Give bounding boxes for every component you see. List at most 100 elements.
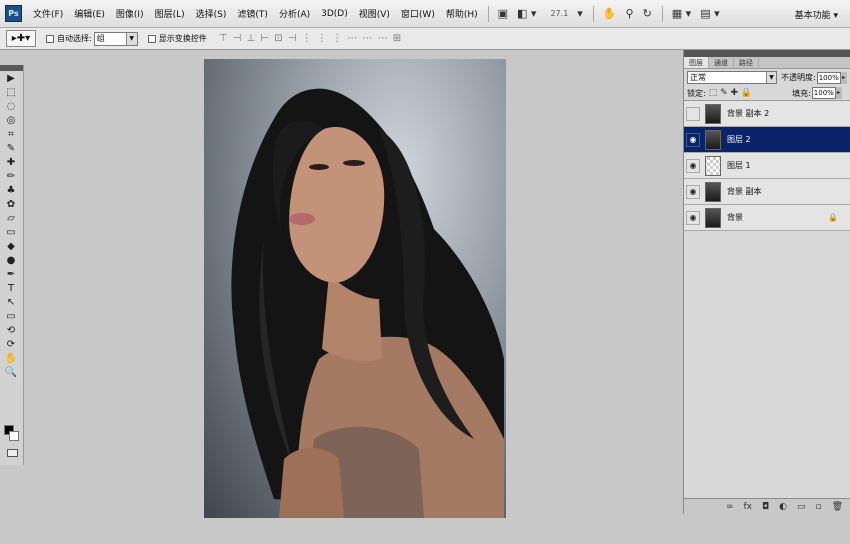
- fill-slider-button[interactable]: ▸: [835, 87, 842, 99]
- marquee-icon[interactable]: ⬚: [0, 85, 22, 99]
- bridge-icon[interactable]: ▣: [498, 7, 508, 20]
- move-icon[interactable]: ▶: [0, 71, 22, 85]
- arrange-documents-icon[interactable]: ▦ ▾: [672, 7, 691, 20]
- layer-row[interactable]: ◉ 图层 1: [684, 153, 850, 179]
- layer-name: 图层 1: [727, 161, 751, 170]
- menu-select[interactable]: 选择(S): [196, 7, 227, 20]
- lock-label: 锁定:: [687, 88, 706, 98]
- lock-options-icons[interactable]: ⬚ ✎ ✚ 🔒: [709, 88, 752, 98]
- layer-list: 背景 副本 2 ◉ 图层 2 ◉ 图层 1 ◉ 背景 副本 ◉ 背景 🔒: [684, 101, 850, 231]
- rotate-view-icon[interactable]: ↻: [643, 7, 652, 20]
- trash-icon[interactable]: 🗑: [832, 502, 843, 512]
- menu-view[interactable]: 视图(V): [359, 7, 390, 20]
- zoom-dropdown-icon[interactable]: ▾: [577, 7, 583, 20]
- gradient-icon[interactable]: ▭: [0, 225, 22, 239]
- blend-opacity-row: 正常 ▼ 不透明度: 100% ▸: [684, 69, 850, 86]
- photoshop-logo-icon: Ps: [5, 5, 22, 22]
- adjustment-icon[interactable]: ◐: [779, 502, 787, 512]
- layer-row[interactable]: 背景 副本 2: [684, 101, 850, 127]
- screen-layout-icon[interactable]: ▤ ▾: [700, 7, 719, 20]
- tool-list: ▶ ⬚ ◌ ◎ ⌗ ✎ ✚ ✏ ♣ ✿ ▱ ▭ ◆ ● ✒ T ↖ ▭ ⟲ ⟳ ✋ 🔍: [0, 71, 23, 379]
- layer-thumbnail: [705, 155, 721, 176]
- crop-icon[interactable]: ⌗: [0, 127, 22, 141]
- history-brush-icon[interactable]: ✿: [0, 197, 22, 211]
- layer-thumbnail: [705, 207, 721, 228]
- type-icon[interactable]: T: [0, 281, 22, 295]
- layer-name: 背景 副本: [727, 187, 762, 196]
- new-layer-icon[interactable]: ▫: [815, 502, 821, 512]
- menu-analysis[interactable]: 分析(A): [279, 7, 310, 20]
- opacity-input[interactable]: 100%: [816, 71, 841, 84]
- visibility-eye-icon[interactable]: ◉: [686, 158, 700, 173]
- shape-icon[interactable]: ▭: [0, 309, 22, 323]
- eyedropper-icon[interactable]: ✎: [0, 141, 22, 155]
- fx-icon[interactable]: fx: [743, 502, 752, 512]
- clone-stamp-icon[interactable]: ♣: [0, 183, 22, 197]
- document-canvas[interactable]: [204, 59, 506, 518]
- hand-icon[interactable]: ✋: [603, 7, 617, 20]
- pen-icon[interactable]: ✒: [0, 267, 22, 281]
- menu-separator: [592, 5, 594, 22]
- menu-bar: Ps 文件(F) 编辑(E) 图像(I) 图层(L) 选择(S) 滤镜(T) 分…: [0, 0, 850, 28]
- menu-image[interactable]: 图像(I): [116, 7, 144, 20]
- menu-edit[interactable]: 编辑(E): [74, 7, 105, 20]
- menu-filter[interactable]: 滤镜(T): [237, 7, 268, 20]
- lock-fill-row: 锁定: ⬚ ✎ ✚ 🔒 填充: 100% ▸: [684, 86, 850, 101]
- zoom-level[interactable]: 27.1: [550, 9, 568, 18]
- visibility-eye-icon[interactable]: ◉: [686, 184, 700, 199]
- brush-icon[interactable]: ✏: [0, 169, 22, 183]
- layer-row[interactable]: ◉ 背景 副本: [684, 179, 850, 205]
- auto-select-checkbox[interactable]: [46, 34, 54, 43]
- align-distribute-icons[interactable]: ⊤ ⊣ ⊥ ⊢ ⊡ ⊣ ⋮ ⋮ ⋮ ⋯ ⋯ ⋯ ⊞: [219, 33, 402, 44]
- workspace-switcher[interactable]: 基本功能 ▾: [795, 8, 838, 21]
- screen-mode-icon[interactable]: ◧ ▾: [517, 7, 536, 20]
- group-icon[interactable]: ▭: [797, 502, 806, 512]
- menu-window[interactable]: 窗口(W): [401, 7, 435, 20]
- quick-mask-icon[interactable]: [7, 449, 18, 457]
- dodge-icon[interactable]: ●: [0, 253, 22, 267]
- tab-channels[interactable]: 通道: [709, 57, 734, 68]
- panel-collapse-bar[interactable]: [684, 50, 850, 57]
- chevron-down-icon: ▼: [125, 32, 137, 45]
- move-tool-preset-icon[interactable]: ▸✚▾: [6, 30, 36, 47]
- show-transform-checkbox[interactable]: [147, 34, 156, 43]
- lasso-icon[interactable]: ◌: [0, 99, 22, 113]
- opacity-slider-button[interactable]: ▸: [840, 71, 847, 84]
- photo-portrait: [231, 88, 505, 518]
- layer-thumbnail: [705, 103, 721, 124]
- 3d-rotate-icon[interactable]: ⟲: [0, 323, 22, 337]
- path-select-icon[interactable]: ↖: [0, 295, 22, 309]
- fill-input[interactable]: 100%: [811, 87, 836, 99]
- visibility-eye-icon[interactable]: [686, 106, 700, 121]
- background-color-swatch[interactable]: [9, 431, 19, 441]
- link-icon[interactable]: ∞: [726, 502, 734, 512]
- blend-mode-value: 正常: [690, 73, 706, 82]
- eraser-icon[interactable]: ▱: [0, 211, 22, 225]
- layer-row[interactable]: ◉ 背景 🔒: [684, 205, 850, 231]
- auto-select-dropdown[interactable]: 组 ▼: [93, 31, 138, 46]
- hand-icon[interactable]: ✋: [0, 351, 22, 365]
- healing-icon[interactable]: ✚: [0, 155, 22, 169]
- layer-row[interactable]: ◉ 图层 2: [684, 127, 850, 153]
- tab-layers[interactable]: 图层: [684, 57, 709, 68]
- zoom-icon[interactable]: ⚲: [626, 7, 634, 20]
- layer-name: 背景: [727, 213, 743, 222]
- menu-help[interactable]: 帮助(H): [446, 7, 478, 20]
- mask-icon[interactable]: ◘: [762, 502, 769, 512]
- 3d-orbit-icon[interactable]: ⟳: [0, 337, 22, 351]
- menu-file[interactable]: 文件(F): [33, 7, 63, 20]
- layer-thumbnail: [705, 181, 721, 202]
- toolbox: ▶ ⬚ ◌ ◎ ⌗ ✎ ✚ ✏ ♣ ✿ ▱ ▭ ◆ ● ✒ T ↖ ▭ ⟲ ⟳ ✋ 🔍: [0, 65, 24, 465]
- quick-select-icon[interactable]: ◎: [0, 113, 22, 127]
- menu-layer[interactable]: 图层(L): [155, 7, 185, 20]
- auto-select-label: 自动选择:: [57, 34, 92, 43]
- visibility-eye-icon[interactable]: ◉: [686, 210, 700, 225]
- blur-icon[interactable]: ◆: [0, 239, 22, 253]
- fill-label: 填充:: [792, 88, 811, 98]
- auto-select-value: 组: [96, 34, 105, 43]
- blend-mode-dropdown[interactable]: 正常 ▼: [687, 71, 777, 84]
- zoom-icon[interactable]: 🔍: [0, 365, 22, 379]
- tab-paths[interactable]: 路径: [734, 57, 759, 68]
- visibility-eye-icon[interactable]: ◉: [686, 132, 700, 147]
- menu-3d[interactable]: 3D(D): [321, 9, 348, 19]
